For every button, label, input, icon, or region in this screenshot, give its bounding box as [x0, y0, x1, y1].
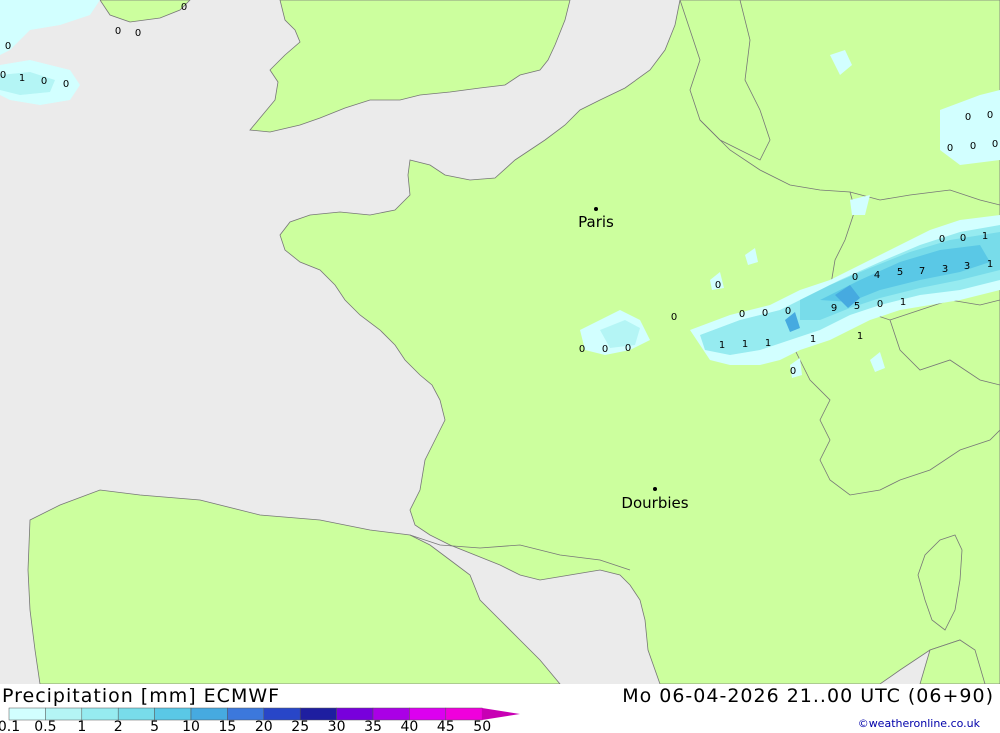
scale-label: 30: [328, 719, 346, 733]
scale-label: 40: [400, 719, 418, 733]
precip-value: 0: [992, 139, 998, 150]
credit-link[interactable]: ©weatheronline.co.uk: [858, 717, 980, 730]
city-label-dourbies: Dourbies: [621, 494, 688, 512]
precip-value: 0: [181, 2, 187, 13]
precip-value: 1: [742, 339, 748, 350]
precip-value: 1: [857, 331, 863, 342]
precip-value: 5: [897, 267, 903, 278]
precip-value: 5: [854, 301, 860, 312]
scale-label: 50: [473, 719, 491, 733]
precip-value: 0: [939, 234, 945, 245]
precip-value: 4: [874, 270, 880, 281]
precip-value: 0: [739, 309, 745, 320]
precip-value: 1: [810, 334, 816, 345]
precip-value: 1: [982, 231, 988, 242]
precip-value: 0: [41, 76, 47, 87]
legend-panel: Precipitation [mm] ECMWF Mo 06-04-2026 2…: [0, 684, 1000, 733]
precip-value: 0: [785, 306, 791, 317]
precip-value: 0: [602, 344, 608, 355]
precipitation-map: 0 0 0 0 1 0 0 0 0 0 0 0 0 0 0 1 1 0 4 5 …: [0, 0, 1000, 684]
city-dot-dourbies: [653, 487, 657, 491]
map-title: Precipitation [mm] ECMWF: [2, 685, 281, 707]
precip-value: 1: [900, 297, 906, 308]
precip-value: 0: [671, 312, 677, 323]
scale-label: 0.5: [34, 719, 56, 733]
precip-value: 0: [135, 28, 141, 39]
precip-value: 0: [947, 143, 953, 154]
precip-value: 1: [719, 340, 725, 351]
scale-label: 5: [150, 719, 159, 733]
precip-value: 0: [715, 280, 721, 291]
city-label-paris: Paris: [578, 213, 614, 231]
precip-value: 0: [63, 79, 69, 90]
precip-value: 0: [5, 41, 11, 52]
precip-value: 0: [852, 272, 858, 283]
color-scale: 0.1 0.5 1 2 5 10 15 20 25 30 35 40 45 50: [0, 707, 520, 733]
precip-value: 0: [960, 233, 966, 244]
precip-value: 0: [965, 112, 971, 123]
precip-value: 0: [790, 366, 796, 377]
valid-time: Mo 06-04-2026 21..00 UTC (06+90): [622, 685, 994, 707]
scale-label: 2: [114, 719, 123, 733]
precip-value: 0: [877, 299, 883, 310]
scale-label: 15: [218, 719, 236, 733]
scale-label: 45: [437, 719, 455, 733]
precip-value: 9: [831, 303, 837, 314]
precip-value: 3: [942, 264, 948, 275]
precip-value: 7: [919, 266, 925, 277]
precip-value: 1: [987, 259, 993, 270]
precip-value: 3: [964, 261, 970, 272]
scale-label: 10: [182, 719, 200, 733]
precip-value: 0: [762, 308, 768, 319]
precip-value: 0: [579, 344, 585, 355]
precip-value: 1: [765, 338, 771, 349]
precip-value: 0: [970, 141, 976, 152]
scale-label: 1: [77, 719, 86, 733]
precip-value: 1: [19, 73, 25, 84]
scale-label: 35: [364, 719, 382, 733]
precip-value: 0: [0, 70, 6, 81]
precip-value: 0: [115, 26, 121, 37]
scale-label: 20: [255, 719, 273, 733]
scale-swatch: [81, 707, 119, 721]
city-dot-paris: [594, 207, 598, 211]
scale-label: 0.1: [0, 719, 20, 733]
scale-label: 25: [291, 719, 309, 733]
precip-value: 0: [987, 110, 993, 121]
scale-swatch: [117, 707, 155, 721]
precip-value: 0: [625, 343, 631, 354]
